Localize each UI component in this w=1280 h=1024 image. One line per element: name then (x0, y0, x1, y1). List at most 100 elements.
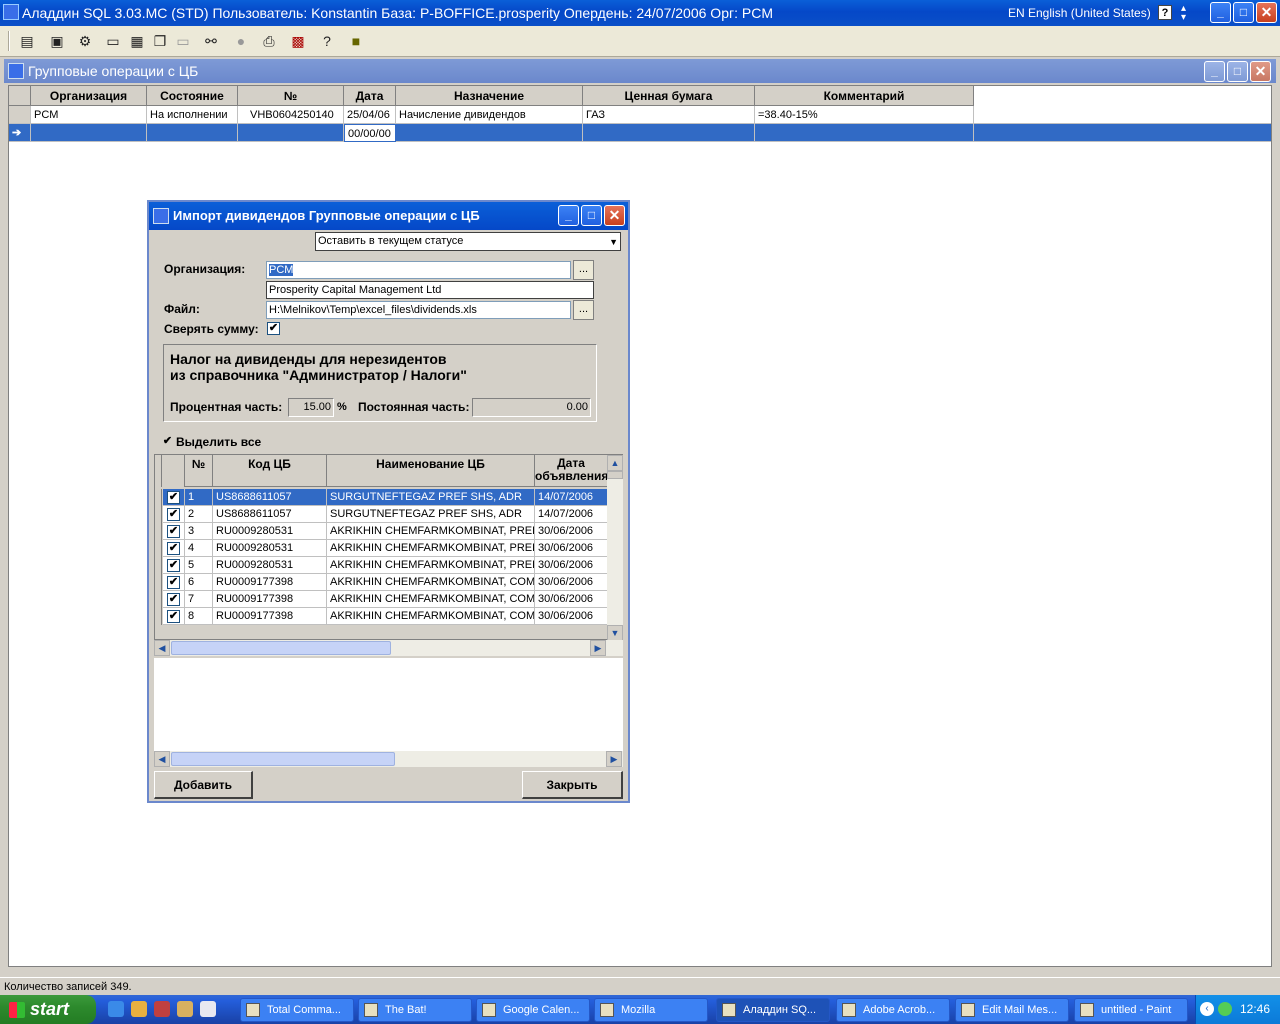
horizontal-scroll-thumb[interactable] (171, 641, 391, 655)
row-checkbox[interactable]: ✔ (167, 508, 180, 521)
table-cell[interactable]: 1 (185, 489, 213, 506)
row-checkbox[interactable]: ✔ (167, 559, 180, 572)
table-cell[interactable] (396, 124, 583, 142)
binoculars-icon[interactable]: ⚯ (200, 30, 222, 52)
column-header[interactable]: Комментарий (755, 86, 974, 106)
table-cell[interactable]: AKRIKHIN CHEMFARMKOMBINAT, COM (327, 591, 535, 608)
table-cell[interactable]: 14/07/2006 (535, 489, 608, 506)
mdi-window-title-bar[interactable]: Групповые операции с ЦБ _ □ ✕ (4, 59, 1276, 83)
app-minimize-button[interactable]: _ (1210, 2, 1231, 23)
table-cell[interactable]: 30/06/2006 (535, 523, 608, 540)
horizontal-scroll-thumb[interactable] (171, 752, 395, 766)
mdi-window-icon[interactable] (8, 63, 24, 79)
language-options-icon[interactable]: ▴ ▾ (1181, 4, 1186, 23)
row-indicator[interactable] (155, 608, 162, 625)
check-sum-checkbox[interactable]: ✔ (267, 322, 280, 335)
table-cell[interactable] (755, 124, 974, 142)
table-cell[interactable]: 3 (185, 523, 213, 540)
ie-icon[interactable] (108, 1001, 124, 1017)
app-close-button[interactable]: ✕ (1256, 2, 1277, 23)
table-cell[interactable]: AKRIKHIN CHEMFARMKOMBINAT, COM (327, 574, 535, 591)
print-icon[interactable]: ⎙ (258, 30, 280, 52)
table-cell[interactable]: VHB0604250140 (238, 106, 344, 124)
table-cell[interactable]: 30/06/2006 (535, 557, 608, 574)
row-checkbox[interactable]: ✔ (167, 576, 180, 589)
column-header[interactable]: Ценная бумага (583, 86, 755, 106)
row-indicator[interactable] (9, 106, 31, 124)
column-header[interactable]: Дата объявления (535, 455, 608, 487)
table-cell[interactable]: AKRIKHIN CHEMFARMKOMBINAT, PREF (327, 540, 535, 557)
table-cell[interactable]: RU0009280531 (213, 523, 327, 540)
mdi-minimize-button[interactable]: _ (1204, 61, 1225, 82)
table-cell[interactable]: SURGUTNEFTEGAZ PREF SHS, ADR (327, 506, 535, 523)
table-cell[interactable]: RU0009280531 (213, 540, 327, 557)
language-indicator[interactable]: EN English (United States) (1008, 6, 1151, 20)
tile-icon[interactable]: ▦ (126, 30, 148, 52)
column-header[interactable]: № (185, 455, 213, 487)
column-header[interactable]: Наименование ЦБ (327, 455, 535, 487)
table-cell[interactable]: 6 (185, 574, 213, 591)
row-checkbox[interactable]: ✔ (167, 525, 180, 538)
row-indicator[interactable] (155, 523, 162, 540)
language-help-icon[interactable]: ? (1158, 5, 1172, 20)
row-checkbox[interactable]: ✔ (167, 491, 180, 504)
vertical-scroll-track[interactable] (607, 471, 623, 625)
table-cell[interactable]: 30/06/2006 (535, 540, 608, 557)
table-cell[interactable]: Начисление дивидендов (396, 106, 583, 124)
column-header[interactable]: Организация (31, 86, 147, 106)
network-icon[interactable] (1218, 1002, 1232, 1016)
table-cell[interactable] (31, 124, 147, 142)
securities-grid[interactable]: № Код ЦБ Наименование ЦБ Дата объявления… (154, 454, 623, 641)
quicklaunch-icon[interactable] (177, 1001, 193, 1017)
column-header[interactable]: Состояние (147, 86, 238, 106)
taskbar-item[interactable]: untitled - Paint (1074, 998, 1188, 1022)
table-cell[interactable]: 5 (185, 557, 213, 574)
table-cell[interactable]: AKRIKHIN CHEMFARMKOMBINAT, COM (327, 608, 535, 625)
table-cell[interactable]: PCM (31, 106, 147, 124)
bucket-icon[interactable]: ▣ (46, 30, 68, 52)
row-checkbox[interactable]: ✔ (167, 542, 180, 555)
taskbar-item[interactable]: Adobe Acrob... (836, 998, 950, 1022)
app-restore-button[interactable]: □ (1233, 2, 1254, 23)
row-indicator[interactable] (155, 540, 162, 557)
taskbar-item[interactable]: Google Calen... (476, 998, 590, 1022)
table-cell[interactable]: US8688611057 (213, 506, 327, 523)
detail-area[interactable] (154, 658, 623, 751)
taskbar-item[interactable]: Edit Mail Mes... (955, 998, 1069, 1022)
cascade-icon[interactable]: ❐ (149, 30, 171, 52)
taskbar-item[interactable]: Mozilla (594, 998, 708, 1022)
table-cell[interactable] (147, 124, 238, 142)
mdi-close-button[interactable]: ✕ (1250, 61, 1271, 82)
stop-icon[interactable]: ● (230, 30, 252, 52)
vertical-scroll-thumb[interactable] (607, 471, 623, 479)
select-all-checkbox[interactable]: ✔ (161, 436, 174, 449)
table-cell[interactable]: 30/06/2006 (535, 591, 608, 608)
table-cell[interactable]: SURGUTNEFTEGAZ PREF SHS, ADR (327, 489, 535, 506)
row-indicator[interactable] (155, 506, 162, 523)
scroll-left-icon[interactable]: ◀ (154, 640, 170, 656)
chevron-down-icon[interactable]: ▼ (609, 234, 618, 250)
taskbar-item[interactable]: Total Comma... (240, 998, 354, 1022)
quicklaunch-icon[interactable] (200, 1001, 216, 1017)
taskbar-item-active[interactable]: Аладдин SQ... (716, 998, 830, 1022)
table-cell[interactable]: 25/04/06 (344, 106, 396, 124)
row-pointer-icon[interactable]: ➔ (9, 124, 31, 142)
dialog-icon[interactable] (153, 208, 169, 224)
mdi-maximize-button[interactable]: □ (1227, 61, 1248, 82)
column-header[interactable]: Дата (344, 86, 396, 106)
table-cell[interactable]: RU0009177398 (213, 591, 327, 608)
status-select[interactable]: Оставить в текущем статусе ▼ (315, 232, 621, 251)
file-input[interactable]: H:\Melnikov\Temp\excel_files\dividends.x… (266, 301, 571, 319)
row-indicator[interactable] (155, 489, 162, 506)
table-cell[interactable]: 8 (185, 608, 213, 625)
table-cell-editing[interactable]: 00/00/00 (344, 124, 396, 142)
table-cell[interactable]: На исполнении (147, 106, 238, 124)
column-header[interactable]: № (238, 86, 344, 106)
scroll-up-icon[interactable]: ▲ (607, 455, 623, 471)
dialog-close-button[interactable]: ✕ (604, 205, 625, 226)
table-cell[interactable]: US8688611057 (213, 489, 327, 506)
horizontal-scrollbar[interactable]: ◀ ▶ (154, 751, 623, 767)
tray-expand-icon[interactable]: ‹ (1200, 1002, 1214, 1016)
table-cell[interactable]: RU0009177398 (213, 574, 327, 591)
dialog-title-bar[interactable]: Импорт дивидендов Групповые операции с Ц… (149, 202, 628, 230)
